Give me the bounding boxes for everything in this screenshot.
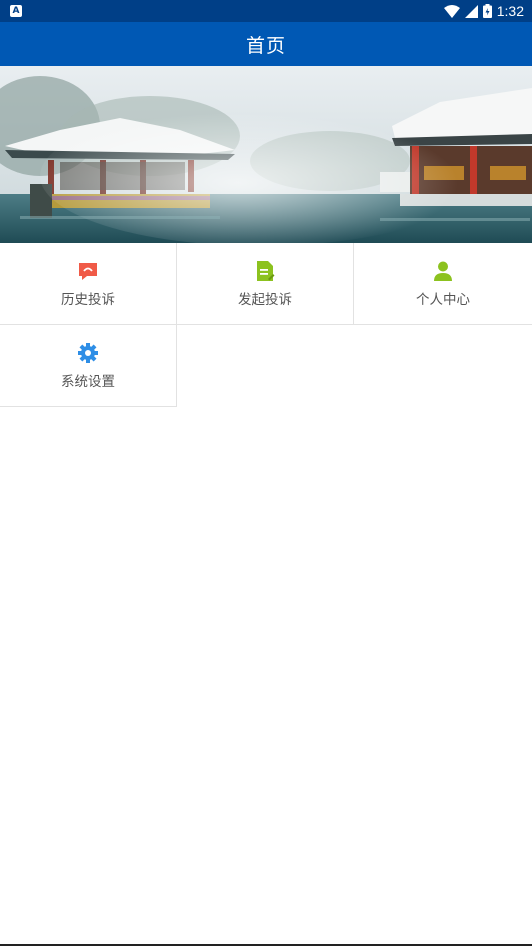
person-icon	[434, 261, 452, 281]
menu-item-personal-center[interactable]: 个人中心	[354, 243, 532, 325]
menu-item-label: 发起投诉	[238, 291, 292, 308]
page-title: 首页	[245, 34, 286, 57]
gear-icon	[78, 342, 98, 363]
banner-image[interactable]	[0, 66, 532, 243]
menu-item-label: 历史投诉	[61, 291, 115, 308]
signal-icon	[464, 4, 478, 18]
notification-icon: A	[10, 5, 22, 17]
menu-item-system-settings[interactable]: 系统设置	[0, 325, 177, 407]
menu-item-history-complaints[interactable]: 历史投诉	[0, 243, 177, 325]
wifi-icon	[443, 4, 460, 18]
app-bar: 首页	[0, 22, 532, 66]
status-bar: A 1:32	[0, 0, 532, 22]
chat-bubble-icon	[79, 262, 97, 280]
document-edit-icon	[257, 260, 275, 281]
status-time: 1:32	[496, 3, 524, 19]
scenic-pavilion-image	[0, 66, 532, 243]
menu-item-new-complaint[interactable]: 发起投诉	[177, 243, 354, 325]
menu-item-label: 个人中心	[416, 291, 470, 308]
menu-item-label: 系统设置	[61, 373, 115, 390]
battery-icon	[482, 4, 492, 18]
